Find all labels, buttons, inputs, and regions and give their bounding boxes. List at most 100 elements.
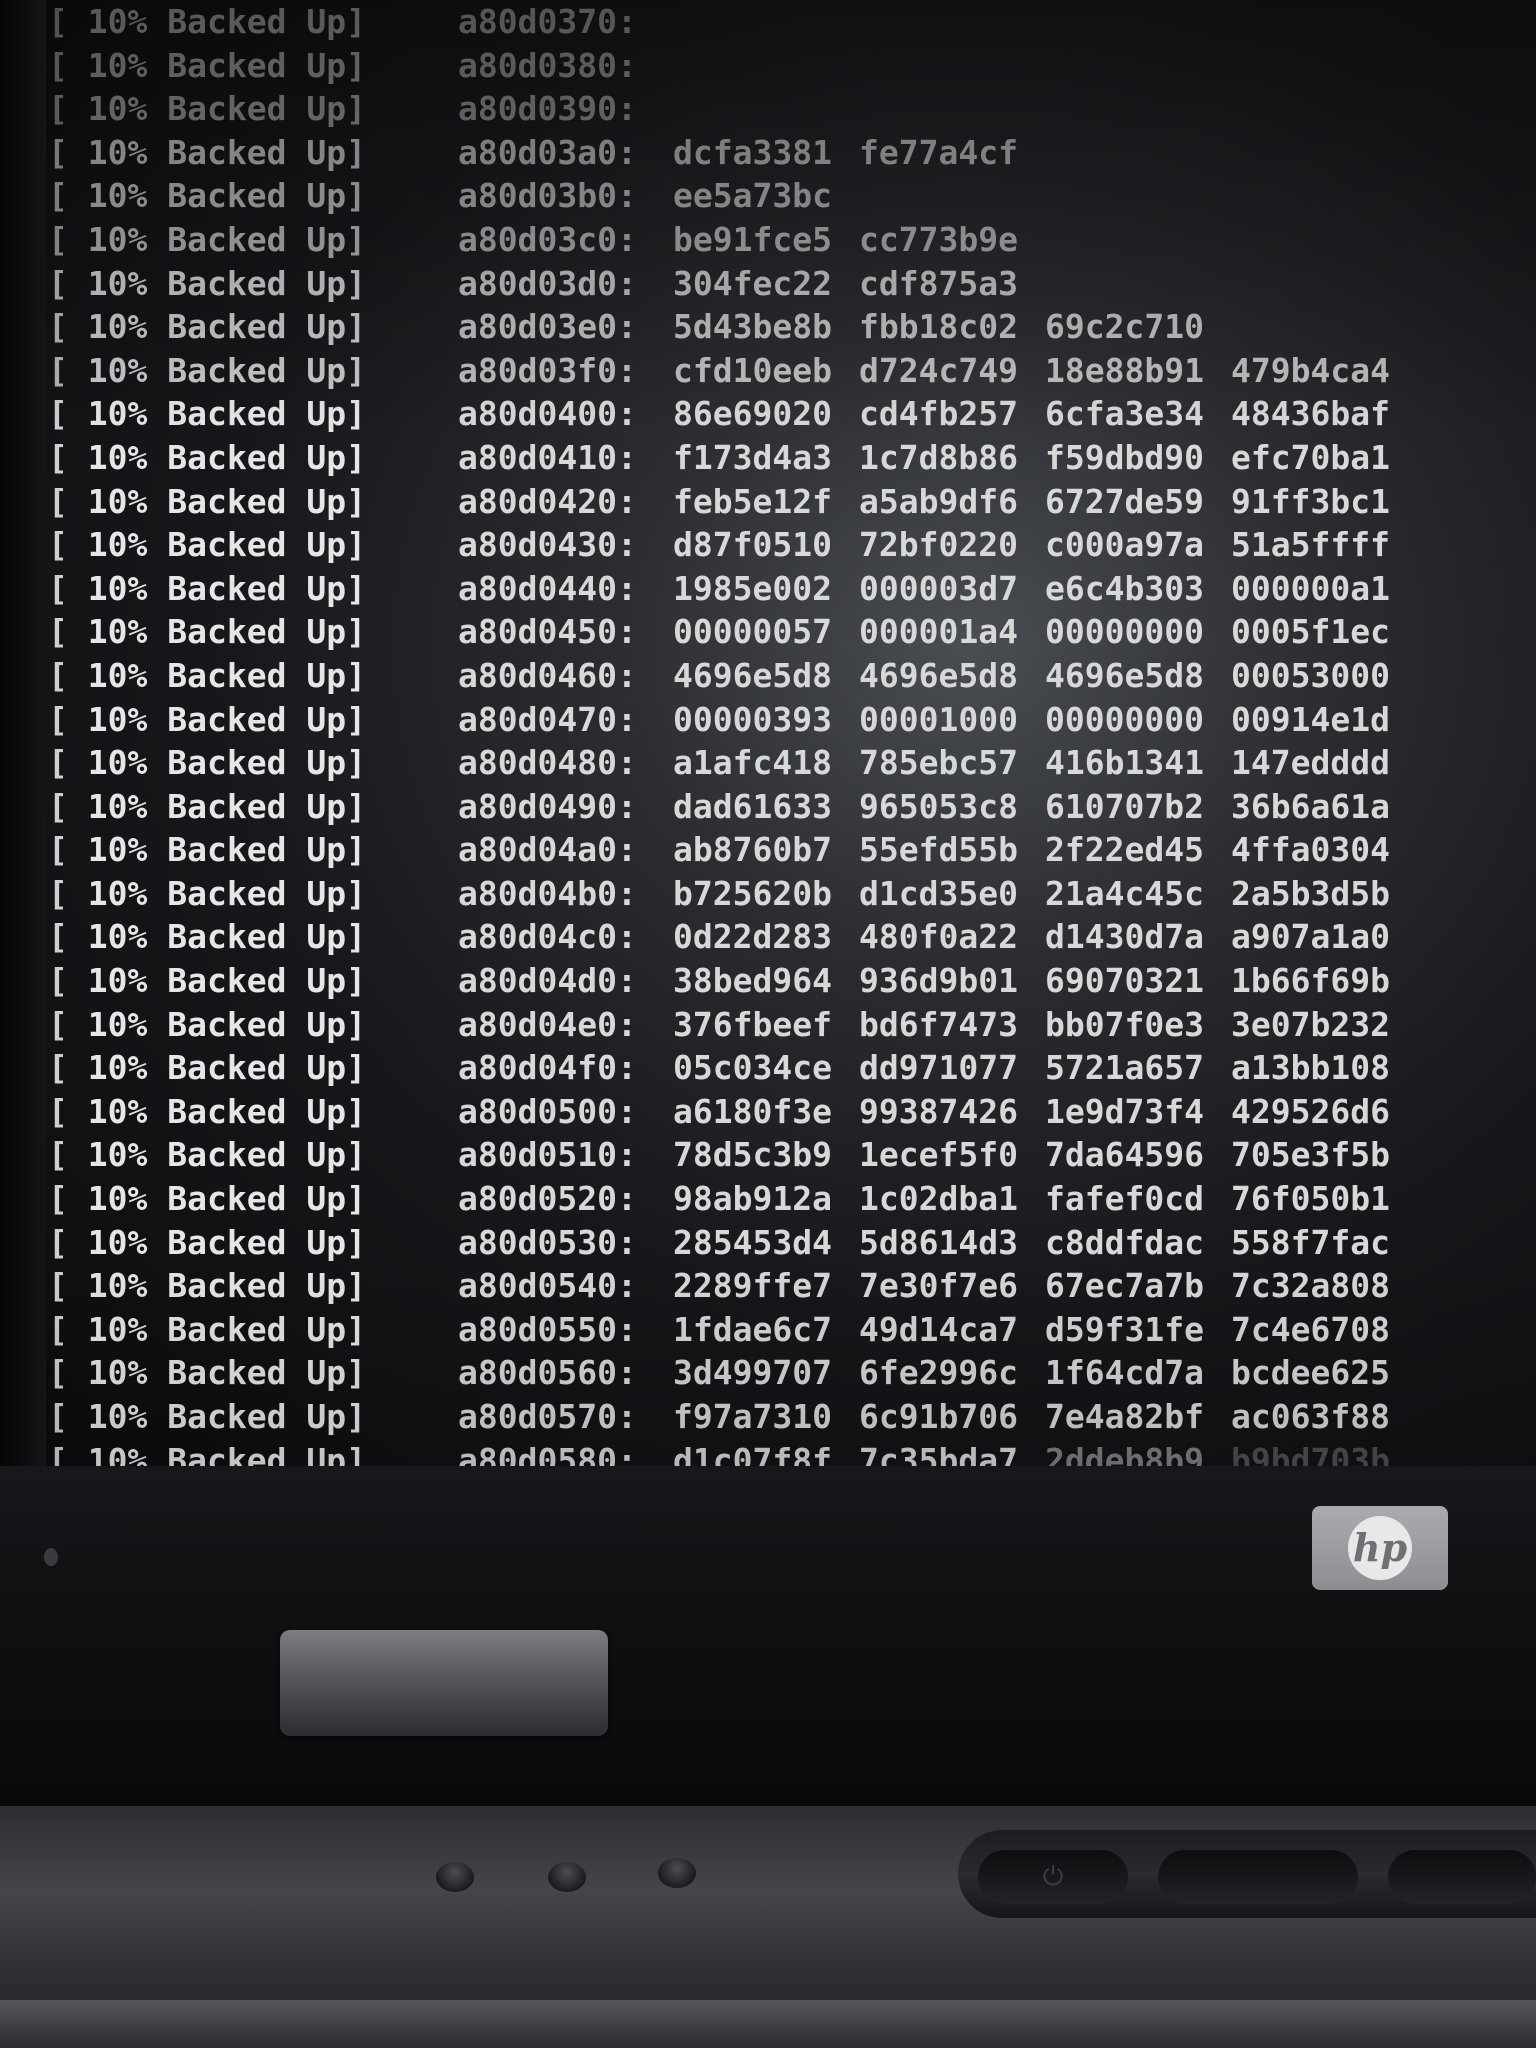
status-close: Up] xyxy=(306,961,366,1001)
hex-word: c000a97a xyxy=(1045,525,1204,565)
status-bracket: [ xyxy=(48,89,68,129)
status-bracket: [ xyxy=(48,1440,68,1466)
hex-word: 4696e5d8 xyxy=(859,655,1018,695)
status-message: Backed xyxy=(167,1135,287,1175)
memory-address: a80d0560: xyxy=(458,1353,637,1393)
hex-word: 91ff3bc1 xyxy=(1231,481,1390,521)
status-close: Up] xyxy=(306,873,366,913)
hex-word: 00000393 xyxy=(673,699,832,739)
hex-word: ee5a73bc xyxy=(673,176,832,216)
memory-address: a80d03e0: xyxy=(458,307,637,347)
backup-status: [ 10% Backed Up] xyxy=(48,262,458,306)
status-bracket: [ xyxy=(48,1004,68,1044)
status-bracket: [ xyxy=(48,481,68,521)
status-bracket: [ xyxy=(48,961,68,1001)
status-close: Up] xyxy=(306,1179,366,1219)
status-percent: 10% xyxy=(87,1179,148,1219)
hex-word: 00000057 xyxy=(673,612,832,652)
hex-word: 67ec7a7b xyxy=(1045,1266,1204,1306)
status-message: Backed xyxy=(167,219,287,259)
hex-word: 3e07b232 xyxy=(1231,1004,1390,1044)
log-line: [ 10% Backed Up] a80d03e0: 5d43be8b fbb18c0… xyxy=(48,305,1528,349)
status-message: Backed xyxy=(167,917,287,957)
quick-launch-button[interactable] xyxy=(1158,1850,1358,1904)
status-close: Up] xyxy=(306,350,366,390)
status-bracket: [ xyxy=(48,1353,68,1393)
hex-word: 610707b2 xyxy=(1045,786,1204,826)
hex-word: a1afc418 xyxy=(673,743,832,783)
hex-word: 936d9b01 xyxy=(859,961,1018,1001)
status-close: Up] xyxy=(306,1309,366,1349)
memory-address: a80d0450: xyxy=(458,612,637,652)
status-close: Up] xyxy=(306,176,366,216)
status-bracket: [ xyxy=(48,699,68,739)
status-percent: 10% xyxy=(87,176,148,216)
status-bracket: [ xyxy=(48,132,68,172)
memory-address: a80d03c0: xyxy=(458,219,637,259)
status-bracket: [ xyxy=(48,917,68,957)
log-line: [ 10% Backed Up] a80d0550: 1fdae6c7 49d14ca… xyxy=(48,1308,1528,1352)
status-close: Up] xyxy=(306,307,366,347)
status-percent: 10% xyxy=(87,873,148,913)
backup-status: [ 10% Backed Up] xyxy=(48,44,458,88)
status-percent: 10% xyxy=(87,1048,148,1088)
hex-word: 00001000 xyxy=(859,699,1018,739)
log-line: [ 10% Backed Up] a80d0450: 00000057 000001a… xyxy=(48,610,1528,654)
status-bracket: [ xyxy=(48,655,68,695)
quick-launch-button[interactable] xyxy=(1388,1850,1536,1904)
hex-word: 5721a657 xyxy=(1045,1048,1204,1088)
backup-status: [ 10% Backed Up] xyxy=(48,349,458,393)
memory-address: a80d0490: xyxy=(458,786,637,826)
memory-address: a80d0570: xyxy=(458,1397,637,1436)
hex-word: 965053c8 xyxy=(859,786,1018,826)
log-line: [ 10% Backed Up] a80d0530: 285453d4 5d8614d… xyxy=(48,1221,1528,1265)
status-bracket: [ xyxy=(48,568,68,608)
status-bracket: [ xyxy=(48,176,68,216)
power-button[interactable]: ⏻ xyxy=(978,1850,1128,1904)
hex-word: 1985e002 xyxy=(673,568,832,608)
log-line: [ 10% Backed Up] a80d03d0: 304fec22 cdf875a… xyxy=(48,262,1528,306)
hex-word: f173d4a3 xyxy=(673,437,832,477)
backup-status: [ 10% Backed Up] xyxy=(48,436,458,480)
hex-word: cd4fb257 xyxy=(859,394,1018,434)
status-message: Backed xyxy=(167,1440,287,1466)
hex-word: 78d5c3b9 xyxy=(673,1135,832,1175)
backup-status: [ 10% Backed Up] xyxy=(48,87,458,131)
status-close: Up] xyxy=(306,481,366,521)
backup-status: [ 10% Backed Up] xyxy=(48,1003,458,1047)
log-line: [ 10% Backed Up] a80d04f0: 05c034ce dd97107… xyxy=(48,1046,1528,1090)
status-close: Up] xyxy=(306,1091,366,1131)
status-percent: 10% xyxy=(87,525,148,565)
status-message: Backed xyxy=(167,1091,287,1131)
status-close: Up] xyxy=(306,525,366,565)
backup-status: [ 10% Backed Up] xyxy=(48,174,458,218)
hex-word: b725620b xyxy=(673,873,832,913)
hex-word: 7e30f7e6 xyxy=(859,1266,1018,1306)
status-close: Up] xyxy=(306,743,366,783)
status-percent: 10% xyxy=(87,568,148,608)
backup-status: [ 10% Backed Up] xyxy=(48,1133,458,1177)
status-bracket: [ xyxy=(48,394,68,434)
laptop-base-edge xyxy=(0,2000,1536,2048)
laptop-photo: [ 10% Backed Up] a80d0370:[ 10% Backed Up… xyxy=(0,0,1536,2048)
lid-latch[interactable] xyxy=(280,1630,608,1736)
status-bracket: [ xyxy=(48,307,68,347)
status-bracket: [ xyxy=(48,1048,68,1088)
status-bracket: [ xyxy=(48,1135,68,1175)
hex-word: 7c32a808 xyxy=(1231,1266,1390,1306)
status-bracket: [ xyxy=(48,45,68,85)
status-percent: 10% xyxy=(87,89,148,129)
hex-word: 6727de59 xyxy=(1045,481,1204,521)
status-percent: 10% xyxy=(87,263,148,303)
backup-status: [ 10% Backed Up] xyxy=(48,1177,458,1221)
status-message: Backed xyxy=(167,873,287,913)
status-message: Backed xyxy=(167,1179,287,1219)
hex-word: 1c7d8b86 xyxy=(859,437,1018,477)
status-percent: 10% xyxy=(87,1135,148,1175)
hex-word: cfd10eeb xyxy=(673,350,832,390)
status-bracket: [ xyxy=(48,830,68,870)
backup-status: [ 10% Backed Up] xyxy=(48,1046,458,1090)
status-percent: 10% xyxy=(87,1440,148,1466)
hex-word: 00000000 xyxy=(1045,612,1204,652)
hex-word: 21a4c45c xyxy=(1045,873,1204,913)
